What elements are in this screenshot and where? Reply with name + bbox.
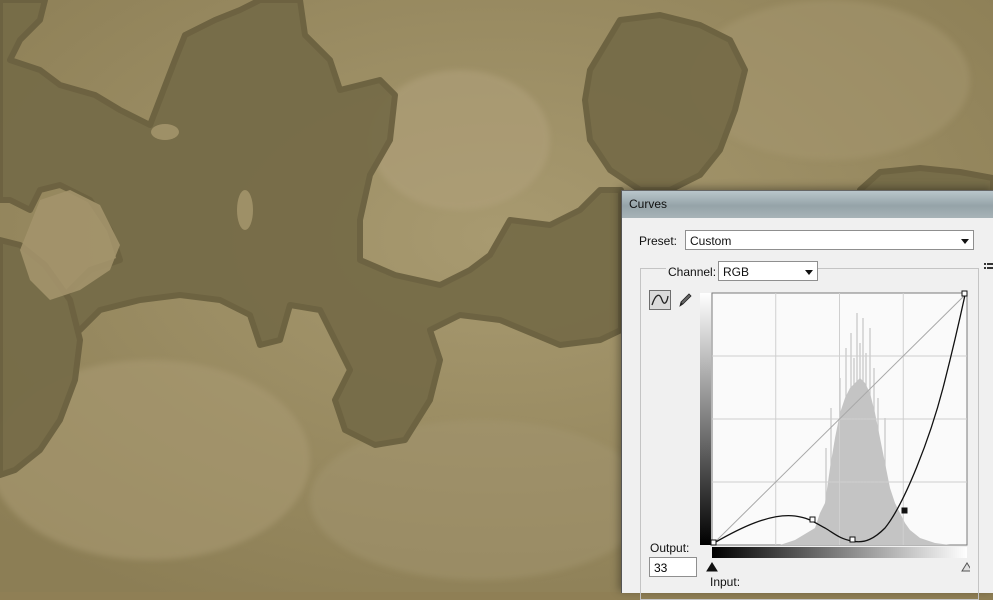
channel-label: Channel: (666, 265, 719, 279)
output-field[interactable]: 33 (649, 557, 697, 577)
channel-value: RGB (723, 265, 750, 279)
curves-graph[interactable] (700, 288, 970, 588)
dialog-title: Curves (629, 197, 668, 211)
dialog-titlebar[interactable]: Curves (622, 191, 993, 218)
preset-options-icon[interactable] (984, 262, 993, 272)
curves-dialog: Curves Preset: Custom Channel: RGB Outpu… (621, 190, 993, 600)
curve-point-icon[interactable] (649, 290, 671, 310)
output-gradient-bar (700, 293, 711, 545)
curve-point-selected (901, 507, 908, 514)
preset-label: Preset: (639, 234, 678, 248)
curve-point (809, 516, 816, 523)
preset-dropdown[interactable]: Custom (685, 230, 974, 250)
chevron-down-icon (961, 239, 969, 244)
preset-value: Custom (690, 234, 732, 248)
black-point-triangle-icon[interactable] (706, 562, 718, 572)
curve-point (961, 290, 968, 297)
curve-point (849, 536, 856, 543)
chevron-down-icon (805, 270, 813, 275)
pencil-icon[interactable] (676, 291, 694, 309)
dialog-body: Preset: Custom Channel: RGB Output: 33 I… (622, 218, 993, 600)
channel-dropdown[interactable]: RGB (718, 261, 818, 281)
white-point-triangle-icon[interactable] (961, 562, 970, 572)
output-label: Output: (650, 541, 690, 555)
curve-point (710, 539, 717, 546)
output-value: 33 (654, 561, 668, 575)
input-label: Input: (710, 575, 741, 589)
input-gradient-bar (712, 547, 967, 558)
